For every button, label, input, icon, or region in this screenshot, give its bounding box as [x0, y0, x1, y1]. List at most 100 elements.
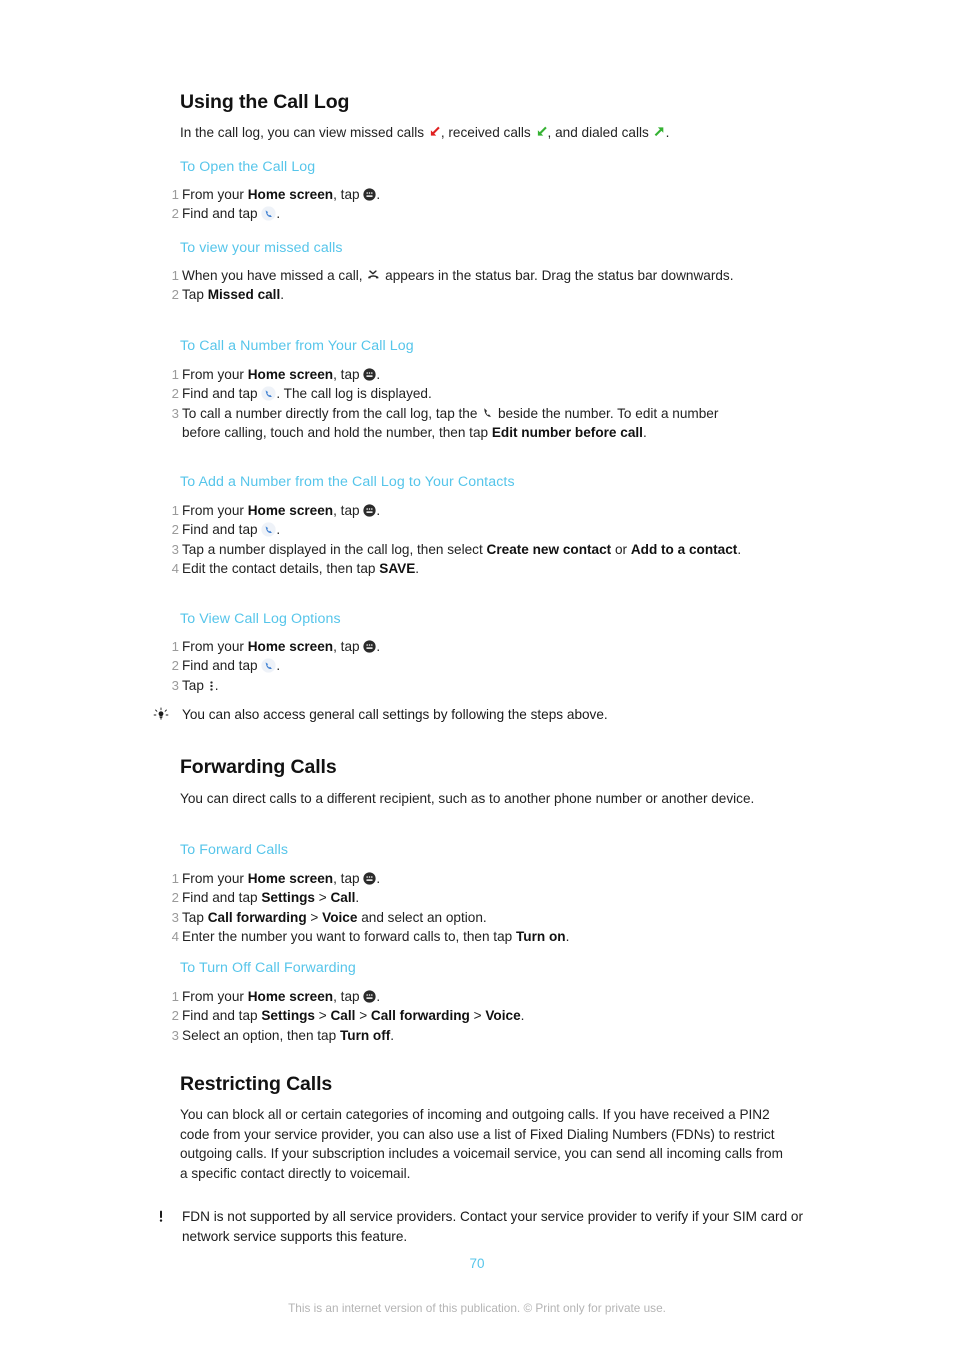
- step-emphasis: Call: [330, 890, 356, 906]
- overflow-menu-icon: [208, 679, 215, 693]
- section-title-using-the-call-log: Using the Call Log: [180, 91, 350, 113]
- step-item: From your Home screen, tap .: [140, 365, 760, 385]
- step-emphasis: SAVE: [379, 561, 416, 577]
- subheading-to-call-a-number-from-your-call-log: To Call a Number from Your Call Log: [180, 338, 414, 354]
- step-emphasis: Settings: [261, 1008, 315, 1024]
- step-text: , tap: [333, 187, 364, 202]
- step-item: Find and tap .: [140, 520, 755, 540]
- subheading-to-turn-off-call-forwarding: To Turn Off Call Forwarding: [180, 960, 356, 976]
- step-emphasis: Call forwarding: [207, 909, 307, 925]
- tip-callout: You can also access general call setting…: [140, 705, 822, 724]
- step-item: Enter the number you want to forward cal…: [140, 927, 800, 947]
- dialer-phone-icon: [261, 522, 276, 538]
- page-content: Using the Call Log In the call log, you …: [0, 0, 954, 1315]
- step-text: Find and tap: [182, 522, 262, 538]
- step-text: .: [276, 206, 281, 222]
- intro-text-part-4: .: [665, 125, 670, 140]
- step-text: Tap: [182, 677, 208, 693]
- steps-to-forward-calls: From your Home screen, tap . Find and ta…: [140, 869, 800, 947]
- step-text: .: [376, 871, 381, 886]
- step-emphasis: Missed call: [207, 287, 281, 303]
- step-emphasis: Home screen: [247, 367, 334, 382]
- step-text: .: [276, 522, 281, 538]
- step-item: When you have missed a call, appears in …: [140, 266, 750, 286]
- step-text: .: [565, 929, 570, 945]
- step-item: Find and tap Settings > Call > Call forw…: [140, 1006, 800, 1026]
- step-item: Select an option, then tap Turn off.: [140, 1026, 800, 1046]
- step-text: >: [355, 1008, 371, 1024]
- step-item: Find and tap . The call log is displayed…: [140, 384, 760, 404]
- step-emphasis: Settings: [261, 890, 315, 906]
- subheading-to-view-your-missed-calls: To view your missed calls: [180, 240, 343, 256]
- step-text: , tap: [333, 367, 364, 382]
- step-text: From your: [182, 367, 248, 382]
- step-item: From your Home screen, tap .: [140, 501, 755, 521]
- step-item: From your Home screen, tap .: [140, 987, 800, 1007]
- missed-call-status-icon: [366, 269, 381, 282]
- step-text: .: [376, 639, 381, 654]
- step-emphasis: Create new contact: [486, 541, 612, 557]
- step-text: and select an option.: [357, 909, 487, 925]
- step-text: or: [611, 541, 631, 557]
- step-text: From your: [182, 989, 248, 1004]
- subheading-to-view-call-log-options: To View Call Log Options: [180, 611, 341, 627]
- step-text: .: [415, 561, 420, 577]
- app-drawer-icon: [363, 990, 376, 1003]
- step-text: .: [390, 1027, 395, 1043]
- step-text: To call a number directly from the call …: [182, 405, 482, 421]
- step-emphasis: Call forwarding: [370, 1008, 470, 1024]
- intro-paragraph-forwarding-calls: You can direct calls to a different reci…: [180, 791, 755, 806]
- arrow-down-left-red-icon: [428, 125, 441, 139]
- step-text: Find and tap: [182, 386, 262, 402]
- app-drawer-icon: [363, 640, 376, 653]
- step-text: Find and tap: [182, 658, 262, 674]
- step-text: , tap: [333, 503, 364, 518]
- intro-text-part-1: In the call log, you can view missed cal…: [180, 125, 428, 140]
- step-text: .: [376, 503, 381, 518]
- step-emphasis: Add to a contact: [630, 541, 738, 557]
- steps-to-call-a-number: From your Home screen, tap . Find and ta…: [140, 365, 760, 443]
- exclamation-icon: [148, 1208, 174, 1226]
- steps-to-view-missed-calls: When you have missed a call, appears in …: [140, 266, 750, 305]
- step-text: Find and tap: [182, 206, 262, 222]
- step-text: .: [376, 367, 381, 382]
- step-text: .: [642, 425, 647, 441]
- step-emphasis: Voice: [485, 1008, 521, 1024]
- step-text: When you have missed a call,: [182, 268, 367, 283]
- step-text: >: [469, 1008, 486, 1024]
- step-item: Edit the contact details, then tap SAVE.: [140, 559, 755, 579]
- step-text: From your: [182, 503, 248, 518]
- step-emphasis: Home screen: [247, 989, 334, 1004]
- step-text: From your: [182, 639, 248, 654]
- arrow-down-left-green-icon: [535, 125, 548, 139]
- step-text: , tap: [333, 871, 364, 886]
- dialer-phone-icon: [261, 386, 276, 402]
- step-item: Find and tap Settings > Call.: [140, 888, 800, 908]
- step-text: Find and tap: [182, 890, 262, 906]
- footer-note: This is an internet version of this publ…: [288, 1301, 666, 1315]
- step-text: .: [276, 658, 281, 674]
- step-emphasis: Home screen: [247, 187, 334, 202]
- tip-text: You can also access general call setting…: [182, 707, 608, 722]
- step-emphasis: Home screen: [247, 639, 334, 654]
- step-item: Find and tap .: [140, 204, 820, 224]
- step-text: Tap a number displayed in the call log, …: [182, 541, 487, 557]
- subheading-to-open-the-call-log: To Open the Call Log: [180, 159, 316, 175]
- step-emphasis: Turn off: [339, 1027, 391, 1043]
- steps-to-turn-off-call-forwarding: From your Home screen, tap . Find and ta…: [140, 987, 800, 1046]
- step-emphasis: Home screen: [247, 503, 334, 518]
- app-drawer-icon: [363, 872, 376, 885]
- section-title-restricting-calls: Restricting Calls: [180, 1073, 333, 1095]
- step-emphasis: Home screen: [247, 871, 334, 886]
- section-title-forwarding-calls: Forwarding Calls: [180, 756, 337, 778]
- step-text: >: [314, 1008, 331, 1024]
- step-item: To call a number directly from the call …: [140, 404, 760, 443]
- intro-paragraph-restricting-calls: You can block all or certain categories …: [180, 1107, 783, 1181]
- step-text: Tap: [182, 287, 208, 303]
- app-drawer-icon: [363, 504, 376, 517]
- phone-handset-icon: [481, 406, 494, 420]
- step-text: >: [306, 909, 323, 925]
- step-emphasis: Voice: [322, 909, 358, 925]
- intro-text-part-2: , received calls: [440, 125, 535, 140]
- step-text: Enter the number you want to forward cal…: [182, 929, 516, 945]
